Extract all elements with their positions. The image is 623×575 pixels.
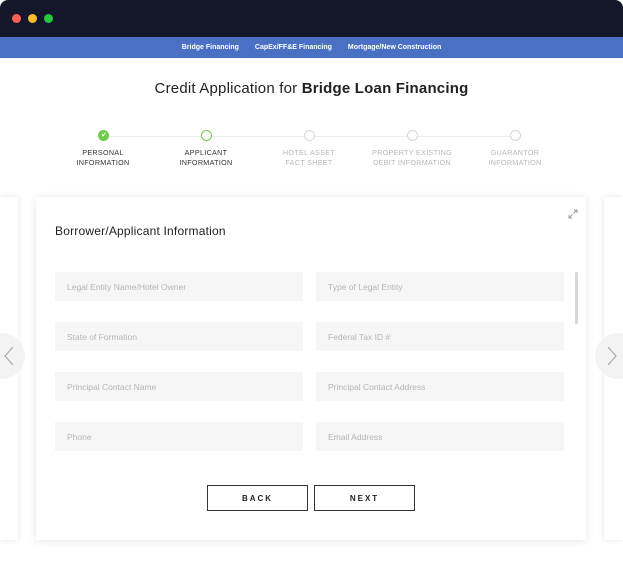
top-nav: Bridge Financing CapEx/FF&E Financing Mo… xyxy=(0,37,623,58)
state-of-formation-field[interactable] xyxy=(55,322,303,351)
check-icon: ✔ xyxy=(101,132,107,139)
step-guarantor-information[interactable]: GUARANTOR INFORMATION xyxy=(470,128,560,168)
principal-contact-name-field[interactable] xyxy=(55,372,303,401)
step-label-line2: INFORMATION xyxy=(76,158,130,167)
nav-link-mortgage-construction[interactable]: Mortgage/New Construction xyxy=(348,44,441,51)
form-section-title: Borrower/Applicant Information xyxy=(55,224,226,238)
step-label-line2: INFORMATION xyxy=(179,158,233,167)
close-window-dot[interactable] xyxy=(12,14,21,23)
step-label-line1: HOTEL ASSET xyxy=(282,148,336,157)
step-active-indicator xyxy=(200,130,212,141)
step-personal-information[interactable]: ✔ PERSONAL INFORMATION xyxy=(58,128,148,168)
step-pending-indicator xyxy=(406,130,418,141)
next-button[interactable]: NEXT xyxy=(314,485,415,511)
next-card-button[interactable] xyxy=(595,333,623,379)
step-label-line2: INFORMATION xyxy=(488,158,542,167)
email-address-field[interactable] xyxy=(316,422,564,451)
principal-contact-address-field[interactable] xyxy=(316,372,564,401)
step-applicant-information[interactable]: APPLICANT INFORMATION xyxy=(161,128,251,168)
step-label-line2: FACT SHEET xyxy=(285,158,333,167)
federal-tax-id-field[interactable] xyxy=(316,322,564,351)
phone-field[interactable] xyxy=(55,422,303,451)
step-label-line1: GUARANTOR xyxy=(490,148,540,157)
page-title-prefix: Credit Application for xyxy=(154,80,302,97)
nav-link-bridge-financing[interactable]: Bridge Financing xyxy=(182,44,239,51)
back-button[interactable]: BACK xyxy=(207,485,308,511)
chevron-right-icon xyxy=(607,346,617,366)
step-label: APPLICANT INFORMATION xyxy=(161,148,251,168)
step-hotel-asset-fact-sheet[interactable]: HOTEL ASSET FACT SHEET xyxy=(264,128,354,168)
window-titlebar xyxy=(0,0,623,37)
step-complete-indicator: ✔ xyxy=(97,130,109,141)
step-label-line1: PERSONAL xyxy=(82,148,124,157)
step-label: GUARANTOR INFORMATION xyxy=(470,148,560,168)
step-label-line1: PROPERTY EXISTING xyxy=(372,148,452,157)
form-scrollbar[interactable] xyxy=(575,272,578,324)
browser-window: Bridge Financing CapEx/FF&E Financing Mo… xyxy=(0,0,623,575)
step-property-existing-debit[interactable]: PROPERTY EXISTING DEBIT INFORMATION xyxy=(367,128,457,168)
step-label-line2: DEBIT INFORMATION xyxy=(373,158,451,167)
step-pending-indicator xyxy=(303,130,315,141)
page-title-emphasis: Bridge Loan Financing xyxy=(301,80,469,97)
chevron-left-icon xyxy=(4,346,14,366)
page-title: Credit Application for Bridge Loan Finan… xyxy=(0,80,623,97)
form-card: Borrower/Applicant Information BACK NEXT xyxy=(36,197,586,540)
step-label: PERSONAL INFORMATION xyxy=(58,148,148,168)
entity-type-field[interactable] xyxy=(316,272,564,301)
minimize-window-dot[interactable] xyxy=(28,14,37,23)
nav-link-capex-financing[interactable]: CapEx/FF&E Financing xyxy=(255,44,332,51)
step-label: PROPERTY EXISTING DEBIT INFORMATION xyxy=(367,148,457,168)
maximize-window-dot[interactable] xyxy=(44,14,53,23)
step-pending-indicator xyxy=(509,130,521,141)
progress-stepper: ✔ PERSONAL INFORMATION APPLICANT INFORMA… xyxy=(0,128,623,178)
previous-card-button[interactable] xyxy=(0,333,25,379)
step-label-line1: APPLICANT xyxy=(184,148,228,157)
expand-icon[interactable] xyxy=(568,206,578,224)
legal-entity-name-field[interactable] xyxy=(55,272,303,301)
step-label: HOTEL ASSET FACT SHEET xyxy=(264,148,354,168)
